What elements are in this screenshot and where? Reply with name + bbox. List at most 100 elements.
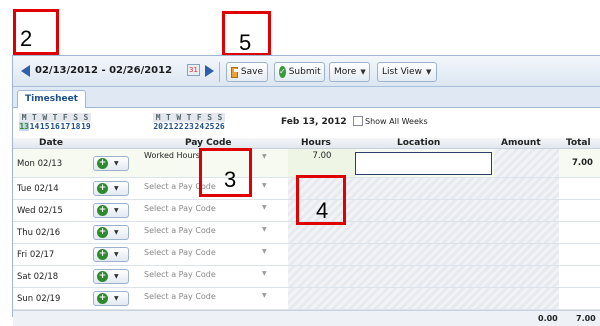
chevron-down-icon: ▼ (425, 68, 432, 76)
chevron-down-icon[interactable]: ▼ (262, 292, 267, 299)
chevron-down-icon: ▼ (114, 229, 119, 236)
more-button[interactable]: More ▼ (329, 62, 370, 82)
day-letter: W (39, 113, 50, 122)
day-19[interactable]: 19 (81, 122, 91, 131)
add-entry-button[interactable]: + ▼ (93, 291, 129, 306)
day-letter: W (173, 113, 184, 122)
callout-5: 5 (222, 11, 271, 56)
chevron-down-icon[interactable]: ▼ (262, 182, 267, 189)
plus-icon: + (97, 183, 108, 194)
chevron-down-icon[interactable]: ▼ (262, 248, 267, 255)
day-letter: T (49, 113, 61, 122)
day-17[interactable]: 17 (60, 122, 71, 131)
pay-code-select[interactable]: Select a Pay Code (144, 292, 274, 301)
disabled-cells (288, 222, 559, 243)
grand-total: 7.00 (576, 314, 596, 323)
table-row: Fri 02/17 + ▼ Select a Pay Code ▼ (13, 244, 600, 266)
pay-code-select[interactable]: Select a Pay Code (144, 204, 274, 213)
location-input[interactable] (355, 152, 492, 175)
day-13[interactable]: 13 (19, 122, 30, 131)
day-25[interactable]: 25 (204, 122, 215, 131)
column-header-amount[interactable]: Amount (501, 138, 541, 148)
week-1-days: M T W T F S S 13 14 15 16 17 18 19 (19, 113, 92, 131)
add-entry-button[interactable]: + ▼ (93, 203, 129, 218)
day-letter: F (60, 113, 71, 122)
previous-period-icon[interactable] (21, 65, 30, 77)
day-18[interactable]: 18 (70, 122, 81, 131)
day-letter: M (153, 113, 164, 122)
chevron-down-icon[interactable]: ▼ (262, 204, 267, 211)
add-entry-button[interactable]: + ▼ (93, 225, 129, 240)
chevron-down-icon: ▼ (114, 251, 119, 258)
toolbar-separator (219, 62, 220, 82)
disabled-cells (288, 266, 559, 287)
day-22[interactable]: 22 (174, 122, 184, 131)
column-header-hours[interactable]: Hours (301, 138, 331, 148)
chevron-down-icon: ▼ (114, 185, 119, 192)
day-letter: T (163, 113, 174, 122)
submit-button[interactable]: ✓ Submit (274, 62, 325, 82)
tab-timesheet[interactable]: Timesheet (17, 90, 86, 108)
checkmark-icon: ✓ (279, 66, 286, 78)
day-letter: T (29, 113, 40, 122)
plus-icon: + (97, 271, 108, 282)
day-letter: S (70, 113, 81, 122)
day-26[interactable]: 26 (215, 122, 225, 131)
timesheet-grid: Date Pay Code Hours Location Amount Tota… (13, 138, 600, 326)
day-24[interactable]: 24 (194, 122, 205, 131)
day-15[interactable]: 15 (40, 122, 50, 131)
day-21[interactable]: 21 (163, 122, 174, 131)
amount-cell (494, 149, 559, 177)
callout-2: 2 (13, 9, 59, 55)
plus-icon: + (97, 227, 108, 238)
grid-header: Date Pay Code Hours Location Amount Tota… (13, 138, 600, 149)
current-date-label: Feb 13, 2012 (281, 117, 347, 127)
calendar-icon[interactable]: 31 (187, 64, 200, 76)
add-entry-button[interactable]: + ▼ (93, 181, 129, 196)
column-header-location[interactable]: Location (397, 138, 440, 148)
table-row: Sun 02/19 + ▼ Select a Pay Code ▼ (13, 288, 600, 310)
week-2-days: M T W T F S S 20 21 22 23 24 25 26 (153, 113, 226, 131)
disabled-cells (288, 288, 559, 309)
toolbar: 02/13/2012 - 02/26/2012 31 Save ✓ Submit… (13, 56, 600, 87)
day-16[interactable]: 16 (50, 122, 60, 131)
show-all-weeks-checkbox[interactable] (353, 116, 363, 126)
disabled-cells (288, 244, 559, 265)
column-header-pay-code[interactable]: Pay Code (185, 138, 232, 148)
add-entry-button[interactable]: + ▼ (93, 269, 129, 284)
callout-4: 4 (296, 175, 346, 225)
hours-input[interactable]: 7.00 (288, 149, 356, 177)
pay-code-select[interactable]: Select a Pay Code (144, 226, 274, 235)
day-letter: S (214, 113, 226, 122)
save-button[interactable]: Save (226, 62, 268, 82)
submit-label: Submit (288, 67, 321, 77)
add-entry-button[interactable]: + ▼ (93, 156, 129, 171)
list-view-button[interactable]: List View ▼ (377, 62, 437, 82)
chevron-down-icon[interactable]: ▼ (262, 270, 267, 277)
row-date: Sat 02/18 (17, 272, 59, 282)
next-period-icon[interactable] (205, 65, 214, 77)
chevron-down-icon: ▼ (114, 295, 119, 302)
chevron-down-icon[interactable]: ▼ (262, 153, 267, 160)
day-letter: T (183, 113, 195, 122)
column-header-total[interactable]: Total (566, 138, 591, 148)
list-view-label: List View (382, 67, 422, 77)
chevron-down-icon[interactable]: ▼ (262, 226, 267, 233)
plus-icon: + (97, 205, 108, 216)
add-entry-button[interactable]: + ▼ (93, 247, 129, 262)
day-20[interactable]: 20 (153, 122, 163, 131)
chevron-down-icon: ▼ (114, 160, 119, 167)
pay-code-select[interactable]: Select a Pay Code (144, 270, 274, 279)
day-23[interactable]: 23 (184, 122, 194, 131)
row-date: Mon 02/13 (17, 159, 63, 169)
day-letter: M (19, 113, 30, 122)
column-header-date[interactable]: Date (39, 138, 63, 148)
more-label: More (334, 67, 357, 77)
plus-icon: + (97, 158, 108, 169)
row-date: Sun 02/19 (17, 294, 61, 304)
chevron-down-icon: ▼ (114, 207, 119, 214)
day-14[interactable]: 14 (29, 122, 40, 131)
table-row: Thu 02/16 + ▼ Select a Pay Code ▼ (13, 222, 600, 244)
day-letter: S (80, 113, 92, 122)
pay-code-select[interactable]: Select a Pay Code (144, 248, 274, 257)
